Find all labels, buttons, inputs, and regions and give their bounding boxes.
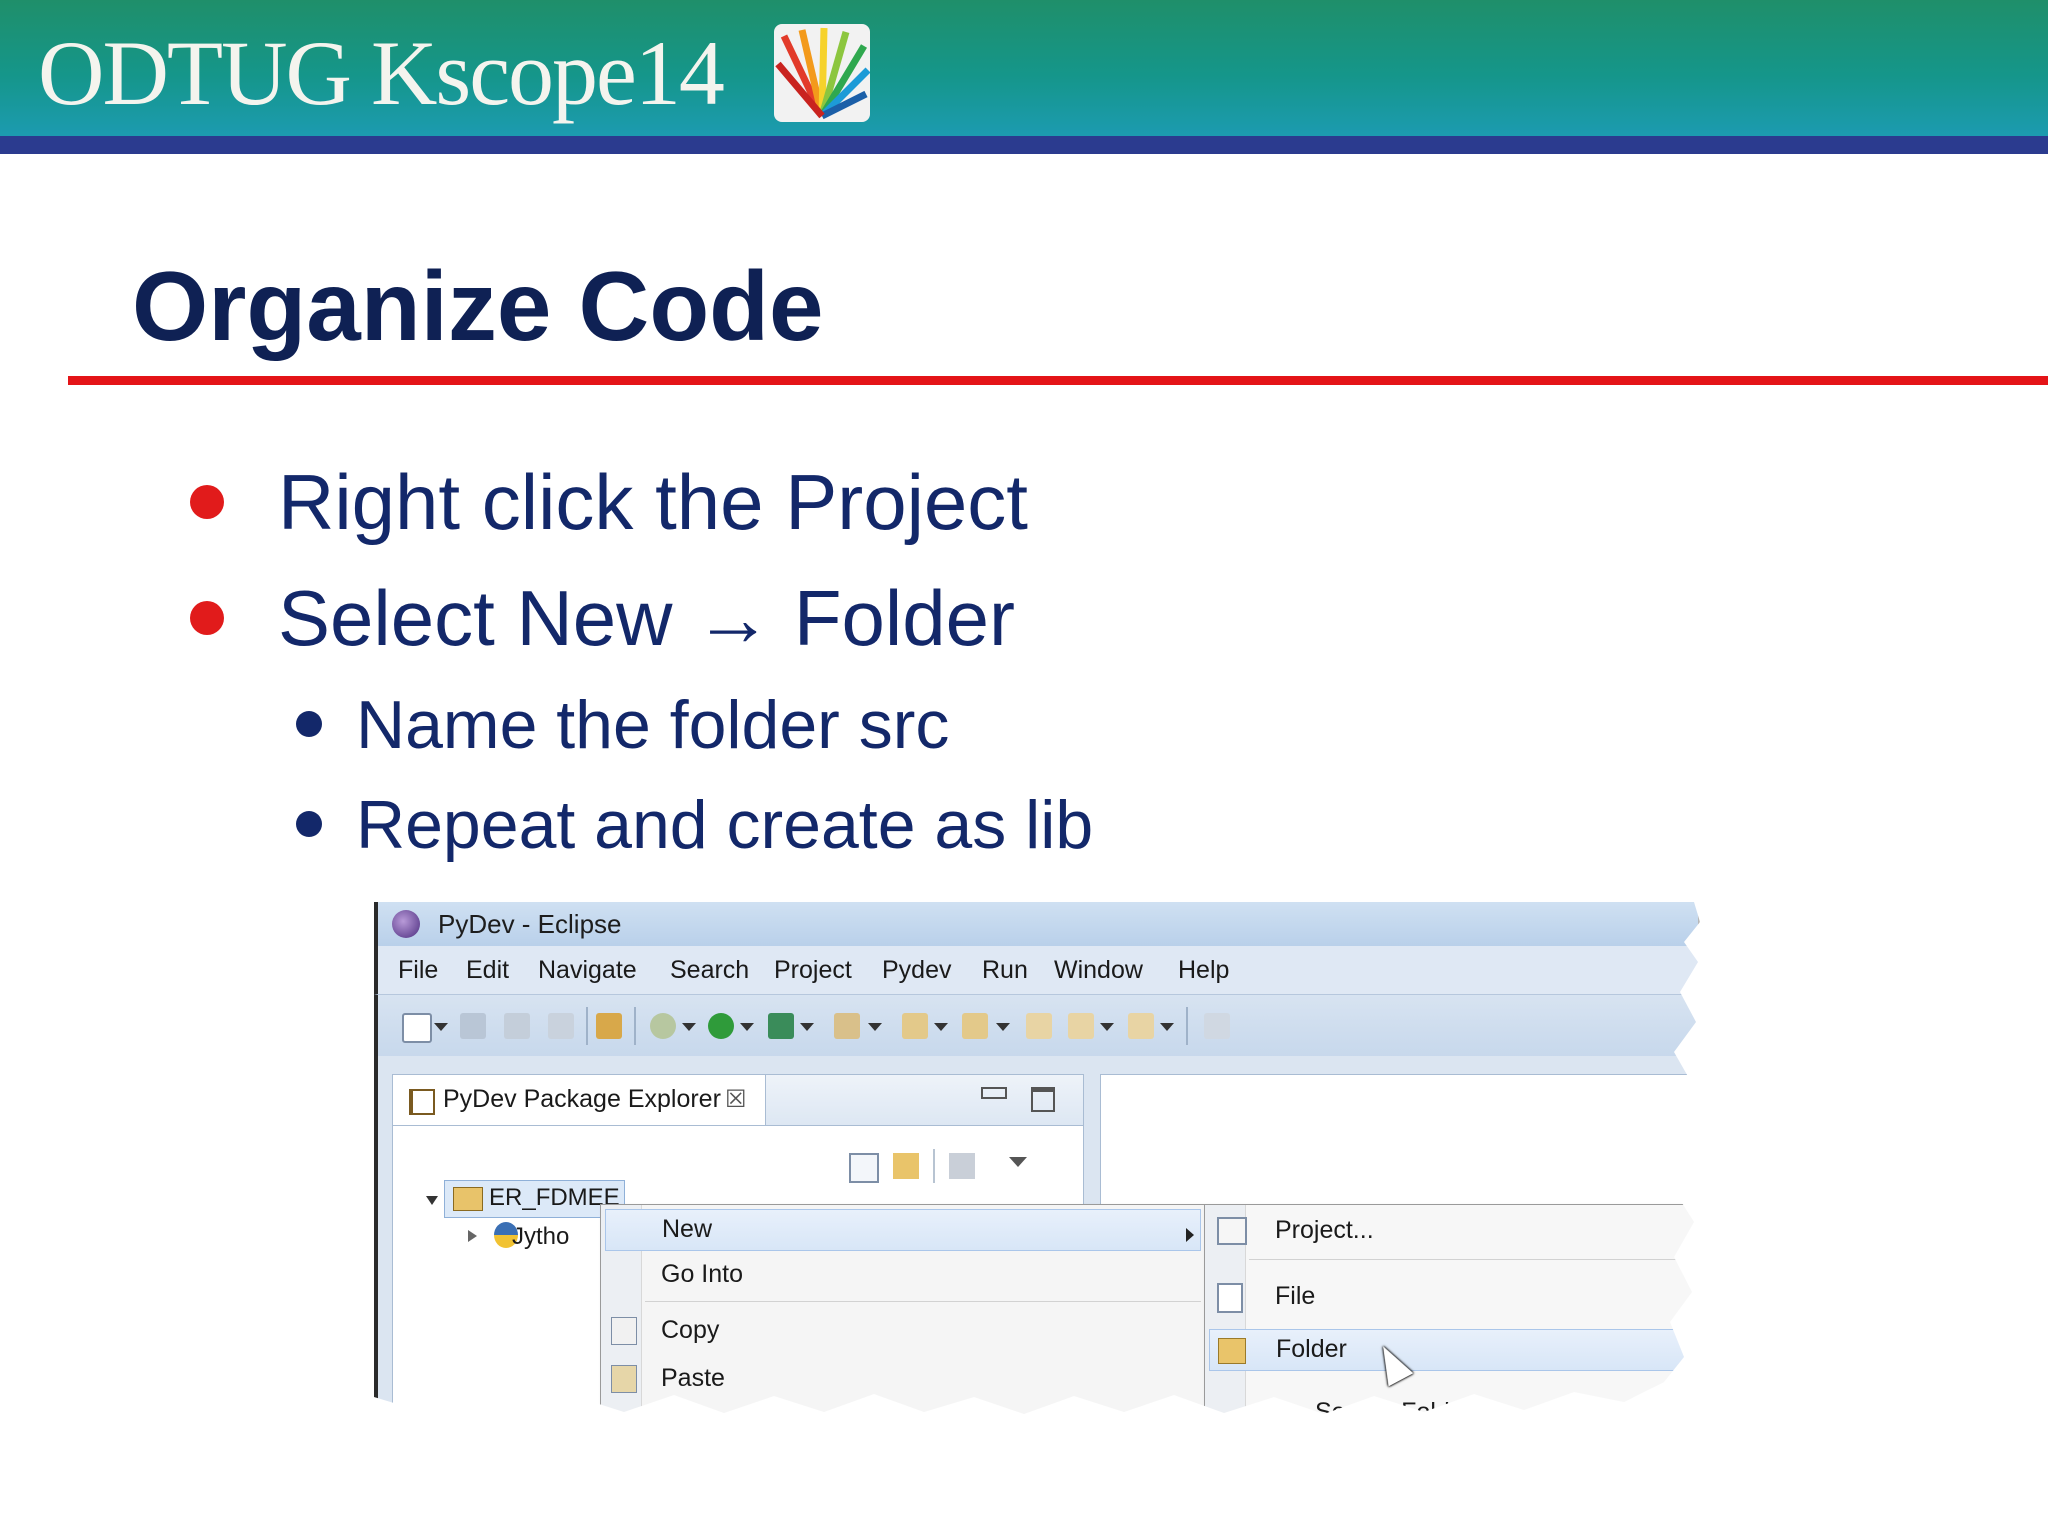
bullet-text: Select New → Folder (278, 574, 1015, 662)
forward-dropdown-icon[interactable] (1160, 1023, 1174, 1031)
last-edit-icon[interactable] (1026, 1013, 1052, 1039)
menu-navigate[interactable]: Navigate (538, 954, 637, 986)
menu-separator (645, 1301, 1201, 1302)
menu-bar: File Edit Navigate Search Project Pydev … (374, 946, 1698, 994)
window-titlebar[interactable]: PyDev - Eclipse (374, 902, 1698, 946)
menu-pydev[interactable]: Pydev (882, 954, 951, 986)
expand-icon[interactable] (468, 1230, 477, 1242)
collapse-all-icon[interactable] (849, 1153, 879, 1183)
bullet-item: Select New → Folder (190, 568, 1015, 668)
forward-icon[interactable] (1128, 1013, 1154, 1039)
maximize-icon[interactable] (1031, 1087, 1055, 1112)
tab-label: PyDev Package Explorer (443, 1085, 721, 1113)
menu-run[interactable]: Run (982, 954, 1028, 986)
bullet-dot (190, 601, 224, 636)
open-perspective-icon[interactable] (1204, 1013, 1230, 1039)
bullet-dot (190, 485, 224, 520)
tree-item-jython[interactable]: Jytho (512, 1220, 569, 1254)
sub-bullet-dot (296, 811, 322, 838)
new-folder-icon (1218, 1338, 1246, 1364)
wand-dropdown-icon[interactable] (868, 1023, 882, 1031)
run-icon[interactable] (708, 1013, 734, 1039)
new-dropdown-icon[interactable] (434, 1023, 448, 1031)
debug-icon[interactable] (650, 1013, 676, 1039)
slide-title: Organize Code (132, 251, 824, 361)
prev-annotation-icon[interactable] (962, 1013, 988, 1039)
bullet-item: Right click the Project (190, 452, 1028, 552)
next-annotation-dropdown-icon[interactable] (934, 1023, 948, 1031)
new-icon[interactable] (402, 1013, 432, 1043)
kscope-sunburst-icon (774, 24, 870, 122)
tree-item-project[interactable]: ER_FDMEE (444, 1180, 625, 1218)
paste-icon (611, 1365, 637, 1393)
new-file-icon (1217, 1283, 1243, 1313)
tab-pydev-package-explorer[interactable]: PyDev Package Explorer ☒ (393, 1075, 766, 1125)
menu-window[interactable]: Window (1054, 954, 1143, 986)
submenu-item-folder[interactable]: Folder (1209, 1329, 1685, 1371)
sub-bullet-text: Name the folder src (356, 687, 950, 763)
package-explorer-icon (409, 1089, 435, 1115)
run-dropdown-icon[interactable] (740, 1023, 754, 1031)
submenu-item-file[interactable]: File (1275, 1279, 1315, 1313)
pydev-wand-icon[interactable] (834, 1013, 860, 1039)
menu-edit[interactable]: Edit (466, 954, 509, 986)
save-icon[interactable] (460, 1013, 486, 1039)
print-icon[interactable] (548, 1013, 574, 1039)
menu-separator (1249, 1259, 1695, 1260)
main-toolbar (374, 994, 1698, 1057)
menu-file[interactable]: File (398, 954, 438, 986)
menu-project[interactable]: Project (774, 954, 852, 986)
window-title: PyDev - Eclipse (438, 909, 622, 939)
context-menu-item-new[interactable]: New (605, 1209, 1201, 1251)
back-dropdown-icon[interactable] (1100, 1023, 1114, 1031)
minimize-icon[interactable] (981, 1087, 1007, 1099)
back-icon[interactable] (1068, 1013, 1094, 1039)
external-tools-icon[interactable] (768, 1013, 794, 1039)
menu-item-label: New (662, 1215, 713, 1243)
bullet-text: Right click the Project (278, 458, 1028, 546)
menu-help[interactable]: Help (1178, 954, 1229, 986)
toolbar-separator (933, 1149, 935, 1183)
menu-item-label: Folder (1276, 1335, 1347, 1363)
toolbar-separator (634, 1007, 636, 1045)
debug-dropdown-icon[interactable] (682, 1023, 696, 1031)
link-with-editor-icon[interactable] (893, 1153, 919, 1179)
panel-tabstrip: PyDev Package Explorer ☒ (393, 1075, 1083, 1126)
filter-icon[interactable] (949, 1153, 975, 1179)
open-project-icon[interactable] (596, 1013, 622, 1039)
sub-bullet-text: Repeat and create as lib (356, 787, 1094, 863)
project-folder-icon (453, 1187, 483, 1211)
sub-bullet-dot (296, 711, 322, 738)
toolbar-separator (586, 1007, 588, 1045)
submenu-item-source-folder[interactable]: Source Folder (1315, 1395, 1472, 1414)
close-icon[interactable]: ☒ (725, 1085, 747, 1115)
new-submenu: Project... File Folder Source Folder (1204, 1204, 1698, 1414)
save-all-icon[interactable] (504, 1013, 530, 1039)
sub-bullet-item: Repeat and create as lib (296, 780, 1093, 870)
expand-collapse-icon[interactable] (426, 1196, 438, 1205)
submenu-arrow-icon (1186, 1228, 1194, 1242)
submenu-item-project[interactable]: Project... (1275, 1213, 1374, 1247)
context-menu-item-copy[interactable]: Copy (661, 1313, 719, 1347)
eclipse-icon (392, 910, 420, 938)
header-divider (0, 136, 2048, 154)
sub-bullet-item: Name the folder src (296, 680, 949, 770)
view-menu-icon[interactable] (1009, 1157, 1027, 1167)
context-menu: New Go Into Copy Paste (600, 1204, 1206, 1414)
menu-search[interactable]: Search (670, 954, 749, 986)
title-underline (68, 376, 2048, 385)
odtug-kscope-logo: ODTUG Kscope14 (38, 22, 725, 124)
eclipse-screenshot: PyDev - Eclipse File Edit Navigate Searc… (374, 902, 1698, 1414)
toolbar-separator (1186, 1007, 1188, 1045)
prev-annotation-dropdown-icon[interactable] (996, 1023, 1010, 1031)
context-menu-item-go-into[interactable]: Go Into (661, 1257, 743, 1291)
next-annotation-icon[interactable] (902, 1013, 928, 1039)
copy-icon (611, 1317, 637, 1345)
context-menu-item-paste[interactable]: Paste (661, 1361, 725, 1395)
external-tools-dropdown-icon[interactable] (800, 1023, 814, 1031)
new-project-icon (1217, 1217, 1247, 1245)
